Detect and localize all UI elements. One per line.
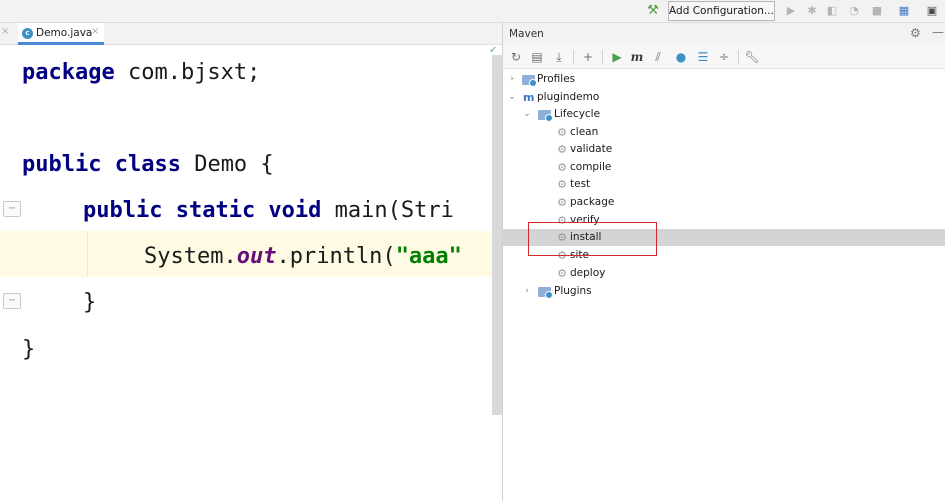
tab-demo-java[interactable]: c Demo.java × xyxy=(18,23,104,45)
coverage-icon[interactable]: ◧ xyxy=(826,3,838,19)
code-text: Demo { xyxy=(180,152,274,177)
ide-window: ⚒ Add Configuration... ▶ ✱ ◧ ◔ ■ ▦ ▣ × c… xyxy=(0,0,945,501)
code-line-2: public class Demo { xyxy=(22,152,274,177)
code-text: main(Stri xyxy=(321,198,454,223)
offline-mode-icon[interactable]: ● xyxy=(673,49,689,65)
stop-icon[interactable]: ■ xyxy=(871,3,883,19)
tab-close-icon[interactable]: × xyxy=(91,26,99,37)
tree-label: clean xyxy=(570,126,599,138)
java-class-icon: c xyxy=(22,28,33,39)
gear-icon: ⚙ xyxy=(557,126,567,139)
maven-project-icon: m xyxy=(523,91,535,104)
download-icon[interactable]: ⤓ xyxy=(551,49,567,65)
tab-close-icon[interactable]: × xyxy=(1,26,9,37)
lifecycle-phase[interactable]: ⚙ validate xyxy=(503,141,945,158)
lifecycle-phase[interactable]: ⚙ package xyxy=(503,194,945,211)
folder-icon xyxy=(522,75,537,87)
tree-label: validate xyxy=(570,143,613,155)
maven-header: Maven ⚙ — xyxy=(503,23,945,45)
toolbar-separator xyxy=(573,50,574,64)
profile-icon[interactable]: ◔ xyxy=(847,3,861,19)
wrench-icon[interactable]: 🔧︎ xyxy=(744,49,760,65)
folder-icon xyxy=(538,110,553,122)
chevron-down-icon[interactable]: ⌄ xyxy=(522,106,532,123)
editor-scrollbar[interactable] xyxy=(492,55,502,415)
indent-guide xyxy=(87,231,88,277)
string-literal: "aaa" xyxy=(395,244,462,269)
code-line-4: System.out.println("aaa" xyxy=(144,244,462,269)
tree-item-profiles[interactable]: › Profiles xyxy=(503,71,945,88)
code-line-3: public static void main(Stri xyxy=(83,198,454,223)
chevron-right-icon[interactable]: › xyxy=(507,71,517,88)
tree-label: plugindemo xyxy=(537,91,600,103)
gear-icon: ⚙ xyxy=(557,178,567,191)
project-structure-icon[interactable]: ▦ xyxy=(897,3,911,19)
debug-icon[interactable]: ✱ xyxy=(806,3,818,19)
tree-label: Lifecycle xyxy=(554,108,601,120)
tree-item-project[interactable]: ⌄ m plugindemo xyxy=(503,89,945,106)
main-toolbar: ⚒ Add Configuration... ▶ ✱ ◧ ◔ ■ ▦ ▣ xyxy=(0,0,945,23)
add-icon[interactable]: + xyxy=(580,49,596,65)
lifecycle-phase[interactable]: ⚙ compile xyxy=(503,159,945,176)
tree-label: test xyxy=(570,178,591,190)
code-editor[interactable]: ✓ − − package com.bjsxt; public class De… xyxy=(0,45,502,501)
code-text: .println( xyxy=(276,244,396,269)
gear-icon: ⚙ xyxy=(557,143,567,156)
panel-title: Maven xyxy=(509,28,544,40)
tree-label: deploy xyxy=(570,267,606,279)
tree-item-plugins[interactable]: › Plugins xyxy=(503,283,945,300)
tree-label: package xyxy=(570,196,615,208)
gear-icon: ⚙ xyxy=(557,161,567,174)
fold-marker-icon[interactable]: − xyxy=(3,293,21,309)
generate-sources-icon[interactable]: ▤ xyxy=(529,49,545,65)
chevron-right-icon[interactable]: › xyxy=(522,283,532,300)
folder-icon xyxy=(538,287,553,299)
toolbar-separator xyxy=(602,50,603,64)
tree-label: compile xyxy=(570,161,612,173)
code-line-1: package com.bjsxt; xyxy=(22,60,260,85)
gear-icon: ⚙ xyxy=(557,267,567,280)
keyword: package xyxy=(22,60,115,85)
run-icon[interactable]: ▶ xyxy=(609,49,625,65)
tree-label: Profiles xyxy=(537,73,576,85)
chevron-down-icon[interactable]: ⌄ xyxy=(507,89,517,106)
execute-goal-icon[interactable]: m xyxy=(629,49,645,65)
tree-label: Plugins xyxy=(554,285,592,297)
code-text: System. xyxy=(144,244,237,269)
code-line-6: } xyxy=(22,337,36,362)
skip-tests-icon[interactable]: ⫽ xyxy=(650,49,666,65)
code-text: com.bjsxt; xyxy=(114,60,261,85)
gear-icon: ⚙ xyxy=(557,196,567,209)
code-line-5: } xyxy=(83,290,97,315)
gear-icon[interactable]: ⚙ xyxy=(910,26,921,40)
keyword: public static void xyxy=(83,198,322,223)
maven-toolbar: ↻ ▤ ⤓ + ▶ m ⫽ ● ☰ ÷ 🔧︎ xyxy=(503,45,945,69)
lifecycle-phase[interactable]: ⚙ test xyxy=(503,176,945,193)
static-field: out xyxy=(236,244,277,269)
reload-icon[interactable]: ↻ xyxy=(508,49,524,65)
tab-label: Demo.java xyxy=(36,27,93,39)
editor-tab-strip: × c Demo.java × xyxy=(0,23,502,45)
toolbar-separator xyxy=(738,50,739,64)
tree-item-lifecycle[interactable]: ⌄ Lifecycle xyxy=(503,106,945,123)
terminal-icon[interactable]: ▣ xyxy=(925,3,939,19)
add-configuration-button[interactable]: Add Configuration... xyxy=(668,1,775,21)
hide-panel-icon[interactable]: — xyxy=(932,25,944,39)
lifecycle-phase[interactable]: ⚙ deploy xyxy=(503,265,945,282)
run-icon[interactable]: ▶ xyxy=(785,3,797,19)
maven-panel: Maven ⚙ — ↻ ▤ ⤓ + ▶ m ⫽ ● ☰ ÷ 🔧︎ › Profi… xyxy=(502,23,945,501)
show-dependencies-icon[interactable]: ☰ xyxy=(695,49,711,65)
hammer-icon[interactable]: ⚒ xyxy=(645,3,661,19)
lifecycle-phase[interactable]: ⚙ clean xyxy=(503,124,945,141)
collapse-all-icon[interactable]: ÷ xyxy=(716,49,732,65)
selection-annotation-box xyxy=(528,222,657,256)
keyword: public class xyxy=(22,152,181,177)
fold-marker-icon[interactable]: − xyxy=(3,201,21,217)
